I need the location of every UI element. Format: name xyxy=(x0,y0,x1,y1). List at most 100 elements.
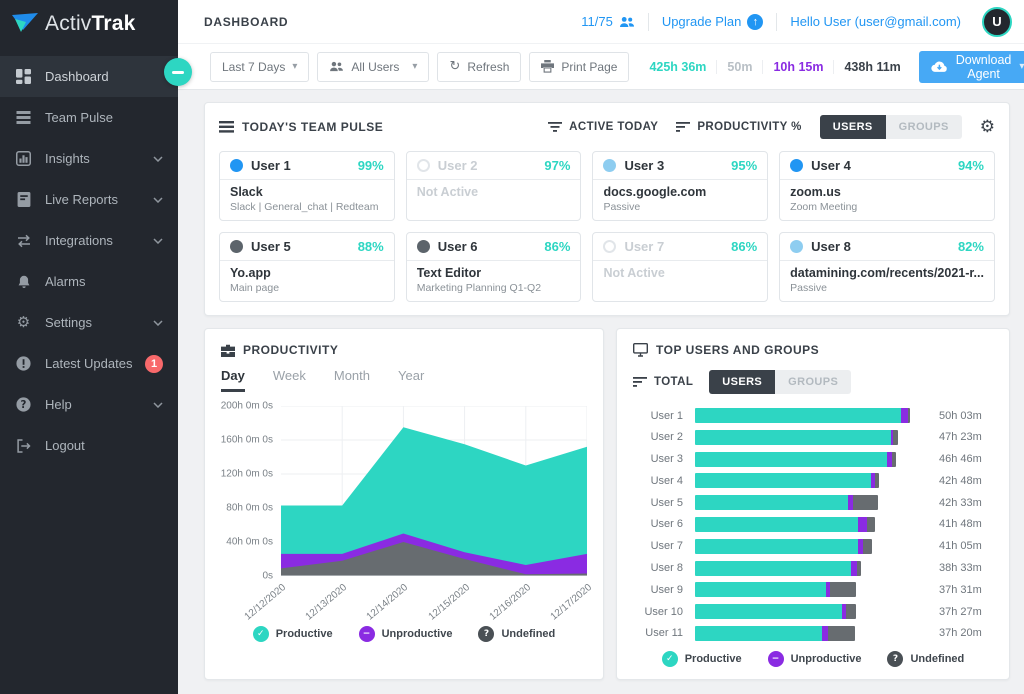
toggle-groups[interactable]: GROUPS xyxy=(775,370,851,394)
dashboard-icon xyxy=(15,69,32,84)
stacked-bar xyxy=(695,626,855,641)
pulse-card-user-7[interactable]: User 786%Not Active xyxy=(592,232,768,302)
avatar[interactable]: U xyxy=(982,7,1012,37)
date-range-dropdown[interactable]: Last 7 Days ▾ xyxy=(210,52,309,82)
activity-detail: Passive xyxy=(603,201,757,213)
bar-segment-undefined xyxy=(830,582,857,597)
chevron-down-icon: ▾ xyxy=(1019,61,1024,72)
hamburger-icon xyxy=(219,121,234,133)
pulse-card-body: SlackSlack | General_chat | Redteam xyxy=(220,180,394,220)
legend-label: Productive xyxy=(276,628,333,640)
toggle-groups[interactable]: GROUPS xyxy=(886,115,962,139)
toggle-users[interactable]: USERS xyxy=(820,115,886,139)
license-count-link[interactable]: 11/75 xyxy=(568,14,648,29)
productivity-percent: 95% xyxy=(731,158,757,173)
tab-week[interactable]: Week xyxy=(273,368,306,392)
notification-badge: 1 xyxy=(145,355,163,373)
productive-legend-icon: ✓ xyxy=(662,651,678,667)
sidebar-item-insights[interactable]: Insights xyxy=(0,138,178,179)
sidebar-item-label: Team Pulse xyxy=(45,110,113,125)
upgrade-arrow-icon: ↑ xyxy=(747,14,763,30)
sort-active-today-label: ACTIVE TODAY xyxy=(569,121,658,133)
unproductive-legend-icon: − xyxy=(359,626,375,642)
tab-day[interactable]: Day xyxy=(221,368,245,392)
activity-detail: Marketing Planning Q1-Q2 xyxy=(417,282,571,294)
activity-detail: Main page xyxy=(230,282,384,294)
pulse-card-user-2[interactable]: User 297%Not Active xyxy=(406,151,582,221)
toggle-users[interactable]: USERS xyxy=(709,370,775,394)
bar-row-user-6: User 641h 48m xyxy=(633,515,993,534)
pulse-card-user-3[interactable]: User 395%docs.google.comPassive xyxy=(592,151,768,221)
sidebar-item-logout[interactable]: Logout xyxy=(0,425,178,466)
pulse-card-user-5[interactable]: User 588%Yo.appMain page xyxy=(219,232,395,302)
pulse-card-user-6[interactable]: User 686%Text EditorMarketing Planning Q… xyxy=(406,232,582,302)
sort-productivity-label: PRODUCTIVITY % xyxy=(697,121,801,133)
filter-centered-icon xyxy=(548,122,562,132)
sidebar-item-latest-updates[interactable]: Latest Updates1 xyxy=(0,343,178,384)
pulse-card-body: datamining.com/recents/2021-r...Passive xyxy=(780,261,994,301)
legend-label: Undefined xyxy=(910,653,964,665)
sidebar-item-live-reports[interactable]: Live Reports xyxy=(0,179,178,220)
time-stat: 438h 11m xyxy=(833,60,910,74)
bar-row-user-2: User 247h 23m xyxy=(633,428,993,447)
user-name: User 4 xyxy=(811,158,851,173)
sidebar-item-alarms[interactable]: Alarms xyxy=(0,261,178,302)
stacked-bar xyxy=(695,495,878,510)
chevron-down-icon xyxy=(153,320,163,326)
productivity-percent: 99% xyxy=(358,158,384,173)
bar-category-label: User 2 xyxy=(633,431,683,443)
gear-icon[interactable]: ⚙ xyxy=(980,119,995,136)
pulse-card-user-4[interactable]: User 494%zoom.usZoom Meeting xyxy=(779,151,995,221)
user-name: User 8 xyxy=(811,239,851,254)
refresh-button[interactable]: ↻ Refresh xyxy=(437,52,521,82)
download-agent-button[interactable]: Download Agent ▾ xyxy=(919,51,1024,83)
sort-active-today[interactable]: ACTIVE TODAY xyxy=(548,121,658,133)
sidebar-item-integrations[interactable]: Integrations xyxy=(0,220,178,261)
bar-segment-undefined xyxy=(893,430,898,445)
user-name: User 1 xyxy=(251,158,291,173)
stacked-bar xyxy=(695,452,896,467)
productivity-percent: 82% xyxy=(958,239,984,254)
sidebar-item-settings[interactable]: ⚙Settings xyxy=(0,302,178,343)
bar-category-label: User 10 xyxy=(633,606,683,618)
sidebar-item-label: Integrations xyxy=(45,233,113,248)
top-users-title: TOP USERS AND GROUPS xyxy=(656,343,819,357)
print-page-button[interactable]: Print Page xyxy=(529,52,629,82)
briefcase-icon xyxy=(221,344,235,357)
account-menu-link[interactable]: Hello User (user@gmail.com) xyxy=(777,14,974,29)
toolbar: Last 7 Days ▾ All Users ▾ ↻ Refresh Prin… xyxy=(178,44,1024,90)
pulse-card-header: User 1 99% xyxy=(220,152,394,180)
sort-total[interactable]: TOTAL xyxy=(633,376,693,388)
sidebar-item-help[interactable]: ?Help xyxy=(0,384,178,425)
tab-month[interactable]: Month xyxy=(334,368,370,392)
pulse-card-user-1[interactable]: User 1 99% SlackSlack | General_chat | Red… xyxy=(219,151,395,221)
bar-segment-undefined xyxy=(892,452,895,467)
brand-logo[interactable]: ActivTrak xyxy=(0,0,178,48)
legend-item-unproductive: −Unproductive xyxy=(768,651,862,667)
productivity-percent: 94% xyxy=(958,158,984,173)
user-filter-dropdown[interactable]: All Users ▾ xyxy=(317,52,429,82)
sidebar-item-team-pulse[interactable]: Team Pulse xyxy=(0,97,178,138)
horizontal-bar-chart: User 150h 03mUser 247h 23mUser 346h 46mU… xyxy=(633,406,993,643)
sidebar-item-label: Settings xyxy=(45,315,92,330)
chevron-down-icon xyxy=(153,238,163,244)
bar-segment-productive xyxy=(695,626,822,641)
current-activity: Not Active xyxy=(417,185,571,199)
upgrade-plan-link[interactable]: Upgrade Plan ↑ xyxy=(649,14,777,30)
pulse-card-header: User 4 94% xyxy=(780,152,994,180)
pulse-card-body: docs.google.comPassive xyxy=(593,180,767,220)
sort-productivity[interactable]: PRODUCTIVITY % xyxy=(676,121,801,133)
top-users-header: TOP USERS AND GROUPS xyxy=(633,343,993,357)
current-activity: Slack xyxy=(230,185,384,199)
time-stats: 425h 36m50m10h 15m438h 11m xyxy=(639,60,910,74)
area-chart: 200h 0m 0s160h 0m 0s120h 0m 0s80h 0m 0s4… xyxy=(221,406,587,576)
sidebar-collapse-button[interactable] xyxy=(164,58,192,86)
bar-row-user-11: User 1137h 20m xyxy=(633,624,993,643)
sidebar-item-dashboard[interactable]: Dashboard xyxy=(0,56,178,97)
bar-segment-unproductive xyxy=(901,408,908,423)
stacked-bar xyxy=(695,582,856,597)
legend-item-productive: ✓Productive xyxy=(662,651,742,667)
pulse-card-user-8[interactable]: User 8 82% datamining.com/recents/2021-r..… xyxy=(779,232,995,302)
bar-track xyxy=(695,430,927,445)
tab-year[interactable]: Year xyxy=(398,368,424,392)
